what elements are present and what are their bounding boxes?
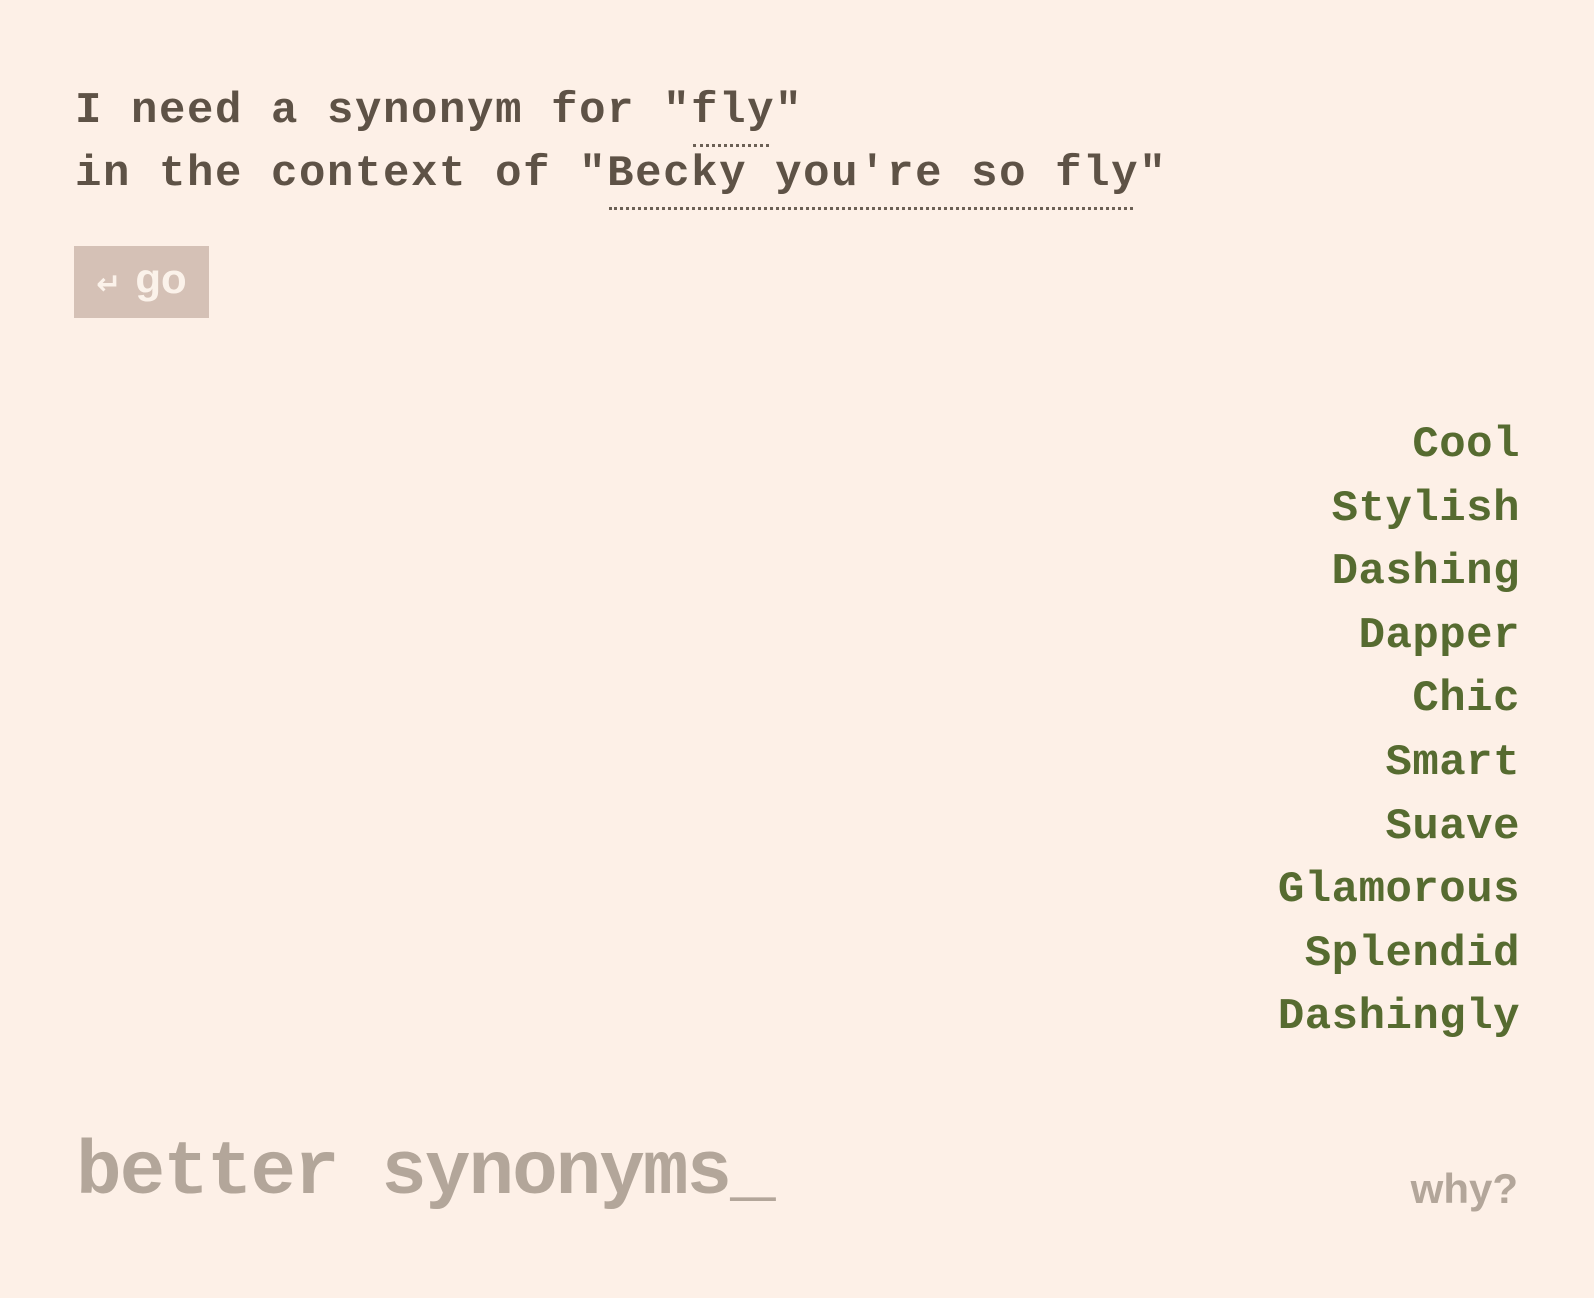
synonym-results-list: Cool Stylish Dashing Dapper Chic Smart S…	[1278, 414, 1520, 1050]
enter-icon: ↵	[96, 267, 122, 301]
synonym-result[interactable]: Splendid	[1278, 923, 1520, 987]
synonym-result[interactable]: Dashingly	[1278, 986, 1520, 1050]
synonym-result[interactable]: Suave	[1278, 796, 1520, 860]
synonym-result[interactable]: Smart	[1278, 732, 1520, 796]
synonym-result[interactable]: Dapper	[1278, 605, 1520, 669]
go-button[interactable]: ↵ go	[74, 246, 209, 318]
go-button-label: go	[135, 255, 187, 302]
synonym-result[interactable]: Glamorous	[1278, 859, 1520, 923]
context-prefix-text: in the context of "	[75, 149, 608, 199]
why-link[interactable]: why?	[1411, 1168, 1518, 1210]
query-line-word: I need a synonym for "fly"	[75, 80, 1167, 147]
context-suffix-text: "	[1139, 149, 1168, 199]
synonym-result[interactable]: Cool	[1278, 414, 1520, 478]
synonym-query: I need a synonym for "fly" in the contex…	[75, 80, 1168, 210]
query-prefix-text: I need a synonym for "	[75, 86, 692, 136]
query-suffix-text: "	[775, 86, 804, 136]
query-line-context: in the context of "Becky you're so fly"	[75, 143, 1168, 210]
synonym-result[interactable]: Chic	[1278, 668, 1520, 732]
word-input[interactable]: fly	[691, 80, 775, 147]
brand-logo: better synonyms_	[76, 1130, 776, 1216]
synonym-result[interactable]: Stylish	[1278, 478, 1520, 542]
synonym-result[interactable]: Dashing	[1278, 541, 1520, 605]
context-input[interactable]: Becky you're so fly	[607, 143, 1139, 210]
